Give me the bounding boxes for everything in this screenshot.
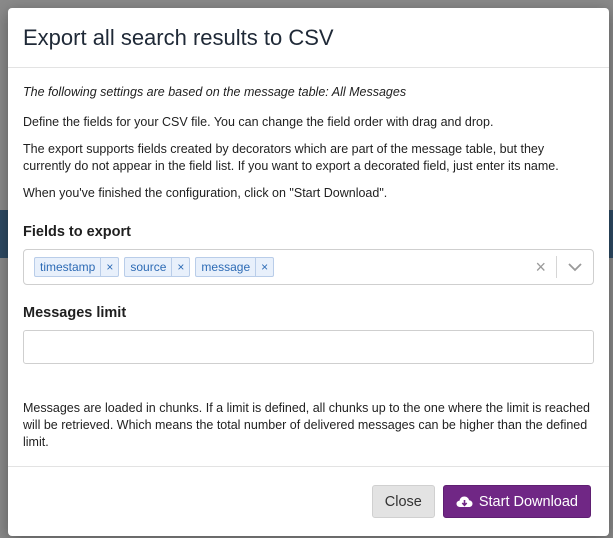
fields-label: Fields to export — [23, 224, 131, 240]
description-paragraph: When you've finished the configuration, … — [23, 186, 388, 200]
close-button[interactable]: Close — [371, 485, 435, 518]
chip-label: message — [201, 259, 251, 274]
start-download-label: Start Download — [478, 493, 578, 510]
modal-header: Export all search results to CSV — [8, 8, 609, 68]
chip-label: timestamp — [40, 259, 96, 274]
chip-label: source — [130, 259, 167, 274]
table-info-text: The following settings are based on the … — [23, 85, 407, 99]
fields-multiselect[interactable]: timestamp × source × message × × — [23, 249, 594, 285]
modal-footer: Close Start Download — [8, 466, 609, 536]
remove-chip-icon[interactable]: × — [255, 258, 273, 276]
cloud-download-icon — [456, 496, 473, 507]
modal-title: Export all search results to CSV — [23, 24, 334, 50]
field-chip-timestamp[interactable]: timestamp × — [34, 257, 120, 277]
description-paragraph: Define the fields for your CSV file. You… — [23, 115, 494, 129]
description-paragraph: The export supports fields created by de… — [23, 142, 559, 173]
chevron-down-icon[interactable] — [557, 250, 593, 284]
multiselect-controls: × — [525, 250, 593, 284]
messages-limit-input[interactable] — [23, 330, 594, 364]
export-csv-modal: Export all search results to CSV The fol… — [8, 8, 609, 536]
field-chip-source[interactable]: source × — [124, 257, 191, 277]
field-chip-message[interactable]: message × — [195, 257, 275, 277]
limit-help-text: Messages are loaded in chunks. If a limi… — [23, 401, 590, 449]
remove-chip-icon[interactable]: × — [100, 258, 118, 276]
remove-chip-icon[interactable]: × — [171, 258, 189, 276]
clear-all-icon[interactable]: × — [525, 258, 556, 276]
modal-body: The following settings are based on the … — [8, 68, 609, 451]
start-download-button[interactable]: Start Download — [442, 485, 591, 518]
limit-label: Messages limit — [23, 305, 127, 321]
